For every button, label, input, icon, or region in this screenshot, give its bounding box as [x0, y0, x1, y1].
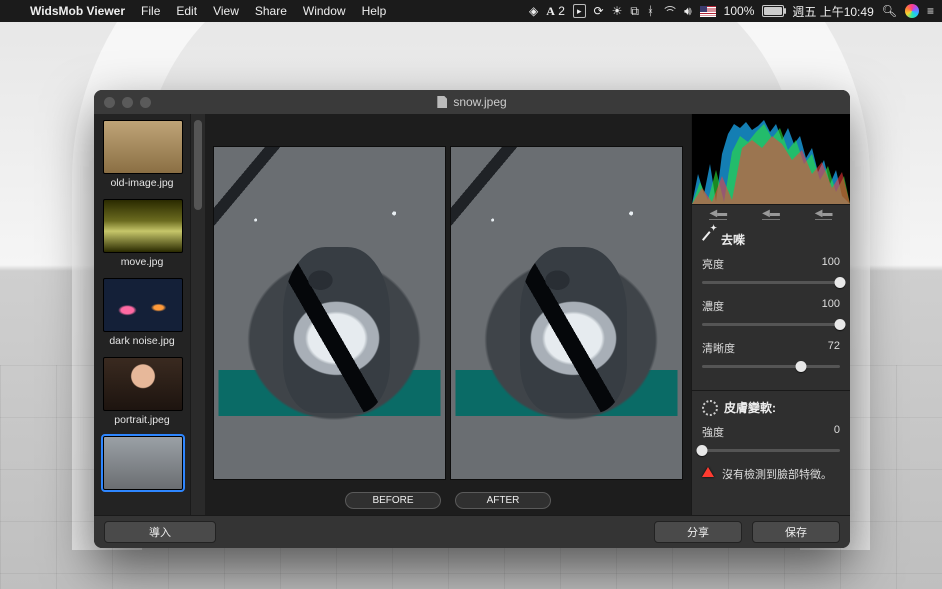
menu-help[interactable]: Help [354, 4, 395, 18]
battery-icon[interactable] [762, 5, 784, 17]
macos-menubar: WidsMob Viewer FileEditViewShareWindowHe… [0, 0, 942, 22]
thumbnail-sidebar[interactable]: old-image.jpg move.jpg dark noise.jpg portr… [94, 114, 190, 515]
menu-edit[interactable]: Edit [168, 4, 205, 18]
denoise-slider[interactable] [702, 318, 840, 330]
before-button[interactable]: BEFORE [345, 492, 441, 509]
hist-arrow-right-icon[interactable]: ◀▬ [815, 208, 833, 220]
sync-status-icon[interactable]: ⟳ [594, 4, 604, 18]
file-icon [437, 96, 447, 108]
wifi-status-icon[interactable] [662, 6, 676, 16]
menu-share[interactable]: Share [247, 4, 295, 18]
denoise-value: 72 [828, 340, 840, 356]
app-window: snow.jpeg old-image.jpg move.jpg dark nois… [94, 90, 850, 548]
after-button[interactable]: AFTER [455, 492, 551, 509]
siri-icon[interactable] [905, 4, 919, 18]
battery-percent: 100% [724, 4, 755, 18]
adjustments-panel: ◀▬ ◀▬ ◀▬ 去喍 亮度 100 濃度 100 清晰度 72 皮膚變軟: 強度 0 沒有… [691, 114, 850, 515]
slider-knob[interactable] [835, 277, 846, 288]
save-button[interactable]: 保存 [752, 521, 840, 543]
denoise-control-2: 清晰度 72 [702, 340, 840, 372]
thumbnail-item[interactable]: dark noise.jpg [103, 278, 181, 347]
thumbnail-image[interactable] [103, 120, 183, 174]
share-button[interactable]: 分享 [654, 521, 742, 543]
scrollbar-thumb[interactable] [194, 120, 202, 210]
thumbnail-label: portrait.jpeg [103, 414, 181, 426]
wand-icon [702, 231, 719, 248]
denoise-label: 亮度 [702, 256, 724, 272]
denoise-value: 100 [822, 298, 840, 314]
spinner-icon [702, 400, 718, 416]
skin-label: 強度 [702, 424, 724, 440]
histogram[interactable] [692, 114, 850, 205]
warning-text: 沒有檢測到臉部特徵。 [722, 466, 832, 482]
image-canvas: BEFORE AFTER [205, 114, 691, 515]
hist-arrow-mid-icon[interactable]: ◀▬ [762, 208, 780, 220]
window-footer: 導入 分享 保存 [94, 515, 850, 548]
thumbnail-label: dark noise.jpg [103, 335, 181, 347]
skin-value: 0 [834, 424, 840, 440]
thumbnail-item[interactable] [103, 436, 181, 490]
facetime-status-icon[interactable]: ▸ [573, 4, 586, 18]
import-button[interactable]: 導入 [104, 521, 216, 543]
bluetooth-status-icon[interactable]: ᚼ [647, 4, 654, 18]
hist-arrow-left-icon[interactable]: ◀▬ [709, 208, 727, 220]
thumbnail-item[interactable]: old-image.jpg [103, 120, 181, 189]
after-image[interactable] [450, 146, 683, 480]
denoise-section: 去喍 亮度 100 濃度 100 清晰度 72 [692, 223, 850, 386]
sidebar-scrollbar[interactable] [190, 114, 205, 515]
input-flag-icon[interactable] [700, 6, 716, 17]
slider-knob[interactable] [796, 361, 807, 372]
slider-knob[interactable] [835, 319, 846, 330]
sun-status-icon[interactable]: ☀︎ [612, 4, 623, 18]
denoise-slider[interactable] [702, 276, 840, 288]
cc-status-icon[interactable]: ◈ [529, 4, 538, 18]
face-warning: 沒有檢測到臉部特徵。 [702, 466, 840, 482]
denoise-label: 清晰度 [702, 340, 735, 356]
volume-status-icon[interactable]: 🔊︎ [684, 4, 692, 19]
spotlight-icon[interactable]: 🔍︎ [882, 4, 897, 18]
thumbnail-label: old-image.jpg [103, 177, 181, 189]
denoise-slider[interactable] [702, 360, 840, 372]
thumbnail-label: move.jpg [103, 256, 181, 268]
menu-window[interactable]: Window [295, 4, 354, 18]
skin-title: 皮膚變軟: [724, 399, 776, 416]
skin-section: 皮膚變軟: 強度 0 沒有檢測到臉部特徵。 [692, 390, 850, 486]
thumbnail-item[interactable]: portrait.jpeg [103, 357, 181, 426]
adobe-status-icon[interactable]: A 2 [546, 4, 565, 19]
thumbnail-image[interactable] [103, 199, 183, 253]
warning-triangle-icon [702, 467, 714, 477]
clock[interactable]: 週五 上午10:49 [792, 3, 873, 20]
window-titlebar[interactable]: snow.jpeg [94, 90, 850, 114]
slider-knob[interactable] [697, 445, 708, 456]
thumbnail-image[interactable] [103, 278, 183, 332]
denoise-control-0: 亮度 100 [702, 256, 840, 288]
thumbnail-image[interactable] [103, 357, 183, 411]
notification-center-icon[interactable]: ≡ [927, 4, 934, 18]
thumbnail-item[interactable]: move.jpg [103, 199, 181, 268]
skin-slider[interactable] [702, 444, 840, 456]
desktop-background: WidsMob Viewer FileEditViewShareWindowHe… [0, 0, 942, 589]
menu-view[interactable]: View [205, 4, 247, 18]
app-name[interactable]: WidsMob Viewer [22, 4, 133, 18]
menu-file[interactable]: File [133, 4, 168, 18]
thumbnail-image[interactable] [103, 436, 183, 490]
denoise-value: 100 [822, 256, 840, 272]
dropbox-status-icon[interactable]: ⧉ [630, 4, 639, 19]
window-title: snow.jpeg [453, 95, 506, 109]
histogram-tabs[interactable]: ◀▬ ◀▬ ◀▬ [692, 205, 850, 223]
denoise-control-1: 濃度 100 [702, 298, 840, 330]
denoise-title: 去喍 [721, 231, 745, 248]
denoise-label: 濃度 [702, 298, 724, 314]
skin-control-0: 強度 0 [702, 424, 840, 456]
before-image[interactable] [213, 146, 446, 480]
